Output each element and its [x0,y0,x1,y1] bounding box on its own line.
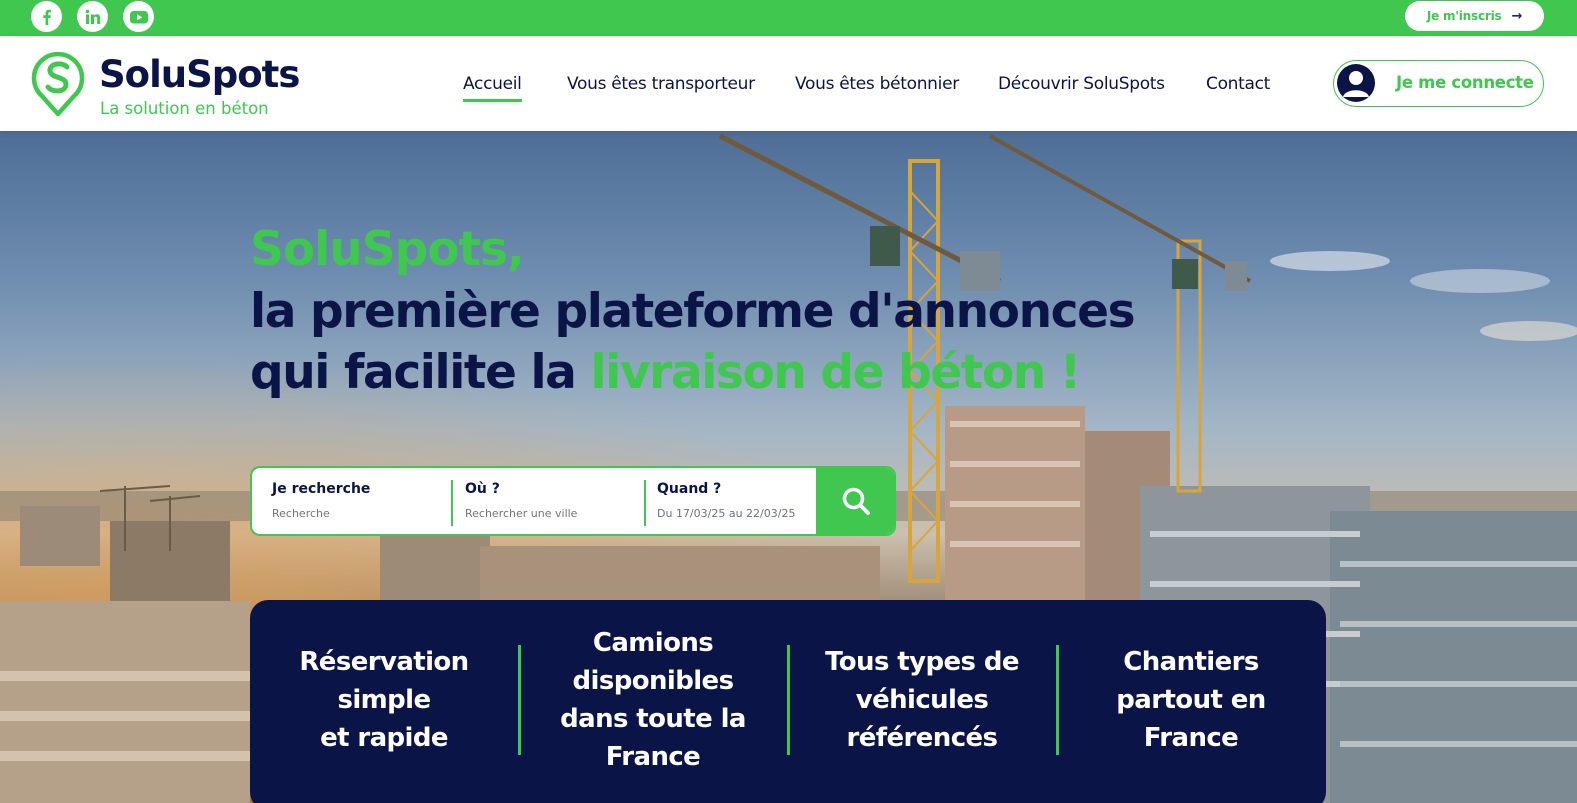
search-where-input[interactable] [465,507,625,520]
search-icon [842,487,870,515]
login-button[interactable]: Je me connecte [1333,60,1544,107]
signup-label: Je m'inscris [1426,9,1502,23]
search-what-field[interactable]: Je recherche [252,468,452,534]
search-when-label: Quand ? [657,481,722,497]
hero-title-line3-prefix: qui facilite la [250,345,591,400]
login-label: Je me connecte [1396,73,1534,92]
search-what-label: Je recherche [272,481,371,497]
user-avatar-icon [1337,64,1375,102]
top-bar: Je m'inscris → [0,0,1577,36]
hero-title-accent: livraison de béton ! [590,345,1081,400]
feature-chantiers: Chantiers partout en France [1116,647,1266,753]
brand-tagline: La solution en béton [100,99,269,118]
hero-title-line3: qui facilite la livraison de béton ! [250,343,1081,403]
search-where-label: Où ? [465,481,500,497]
nav-decouvrir[interactable]: Découvrir SoluSpots [998,74,1165,94]
search-bar: Je recherche Où ? Quand ? Du 17/03/25 au… [250,466,896,536]
arrow-right-icon: → [1511,8,1523,24]
search-what-input[interactable] [272,507,432,520]
hero-title-line2: la première plateforme d'annonces [250,284,1136,339]
nav-betonnier[interactable]: Vous êtes bétonnier [795,74,959,94]
youtube-icon [129,10,148,23]
features-panel: Réservation simple et rapide Camions dis… [250,600,1326,803]
nav-contact[interactable]: Contact [1206,74,1270,94]
youtube-link[interactable] [123,1,154,32]
search-when-value: Du 17/03/25 au 22/03/25 [657,507,796,520]
linkedin-icon [85,9,100,24]
feature-reservation: Réservation simple et rapide [299,647,469,753]
signup-button[interactable]: Je m'inscris → [1405,1,1544,31]
facebook-icon [42,9,51,25]
linkedin-link[interactable] [77,1,108,32]
nav-accueil[interactable]: Accueil [463,74,522,102]
site-header: SoluSpots La solution en béton Accueil V… [0,36,1577,131]
nav-transporteur[interactable]: Vous êtes transporteur [567,74,755,94]
facebook-link[interactable] [31,1,62,32]
hero-title-brand: SoluSpots, [250,222,525,277]
search-when-field[interactable]: Quand ? Du 17/03/25 au 22/03/25 [637,468,817,534]
feature-camions: Camions disponibles dans toute la France [560,628,746,772]
search-where-field[interactable]: Où ? [445,468,645,534]
hero-section: SoluSpots, la première plateforme d'anno… [0,131,1577,803]
logo-pin-icon[interactable] [30,50,86,122]
search-button[interactable] [816,468,894,534]
feature-vehicules: Tous types de véhicules référencés [825,647,1019,753]
brand-name[interactable]: SoluSpots [99,52,300,98]
